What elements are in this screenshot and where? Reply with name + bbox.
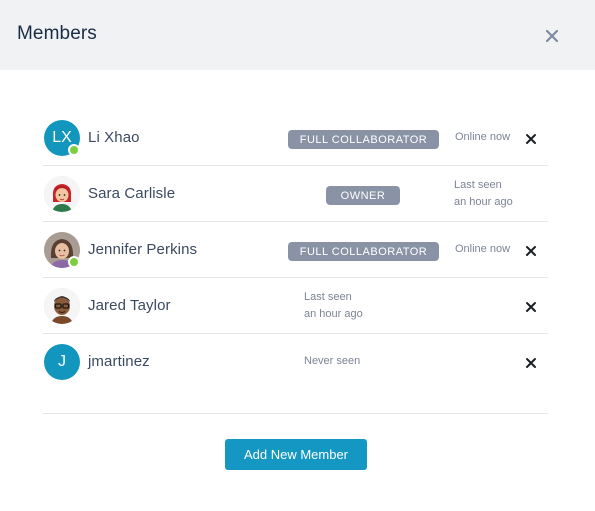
- close-icon: [526, 358, 536, 368]
- member-name: Jennifer Perkins: [88, 241, 198, 258]
- remove-member-button[interactable]: [523, 243, 539, 259]
- member-name: jmartinez: [88, 353, 150, 370]
- remove-member-button[interactable]: [523, 131, 539, 147]
- user-avatar-icon: [44, 176, 80, 212]
- member-status: Online now: [455, 243, 511, 255]
- add-new-member-button[interactable]: Add New Member: [225, 439, 367, 470]
- member-status: Never seen: [304, 355, 361, 367]
- member-row: Jared Taylor Last seen an hour ago: [43, 278, 548, 334]
- role-badge: FULL COLLABORATOR: [288, 242, 439, 261]
- status-line: Last seen: [454, 179, 502, 191]
- members-dialog: Members LX Li Xhao FULL COLLABORATOR Onl…: [0, 0, 595, 511]
- close-icon: [526, 302, 536, 312]
- member-row: Sara Carlisle OWNER Last seen an hour ag…: [43, 166, 548, 222]
- avatar-initials: LX: [52, 129, 72, 146]
- member-status: Last seen an hour ago: [454, 177, 513, 211]
- user-avatar-icon: [44, 288, 80, 324]
- member-name: Li Xhao: [88, 129, 140, 146]
- status-line: an hour ago: [454, 196, 513, 208]
- member-name: Sara Carlisle: [88, 185, 176, 202]
- avatar: [44, 176, 80, 212]
- close-icon: [545, 29, 559, 43]
- member-status: Online now: [455, 131, 511, 143]
- status-line: an hour ago: [304, 308, 363, 320]
- close-icon: [526, 134, 536, 144]
- member-status: Last seen an hour ago: [304, 289, 363, 323]
- member-row: J jmartinez Never seen: [43, 334, 548, 390]
- role-badge: FULL COLLABORATOR: [288, 130, 439, 149]
- members-list: LX Li Xhao FULL COLLABORATOR Online now: [43, 110, 548, 390]
- member-row: Jennifer Perkins FULL COLLABORATOR Onlin…: [43, 222, 548, 278]
- member-name: Jared Taylor: [88, 297, 171, 314]
- dialog-title: Members: [17, 23, 97, 44]
- close-icon: [526, 246, 536, 256]
- online-indicator: [68, 256, 80, 268]
- remove-member-button[interactable]: [523, 355, 539, 371]
- role-badge: OWNER: [326, 186, 400, 205]
- close-button[interactable]: [540, 24, 564, 48]
- dialog-header: Members: [0, 0, 595, 70]
- status-line: Last seen: [304, 291, 352, 303]
- avatar-initials: J: [58, 353, 66, 370]
- divider: [43, 413, 548, 414]
- avatar: [44, 288, 80, 324]
- avatar: J: [44, 344, 80, 380]
- remove-member-button[interactable]: [523, 299, 539, 315]
- member-row: LX Li Xhao FULL COLLABORATOR Online now: [43, 110, 548, 166]
- online-indicator: [68, 144, 80, 156]
